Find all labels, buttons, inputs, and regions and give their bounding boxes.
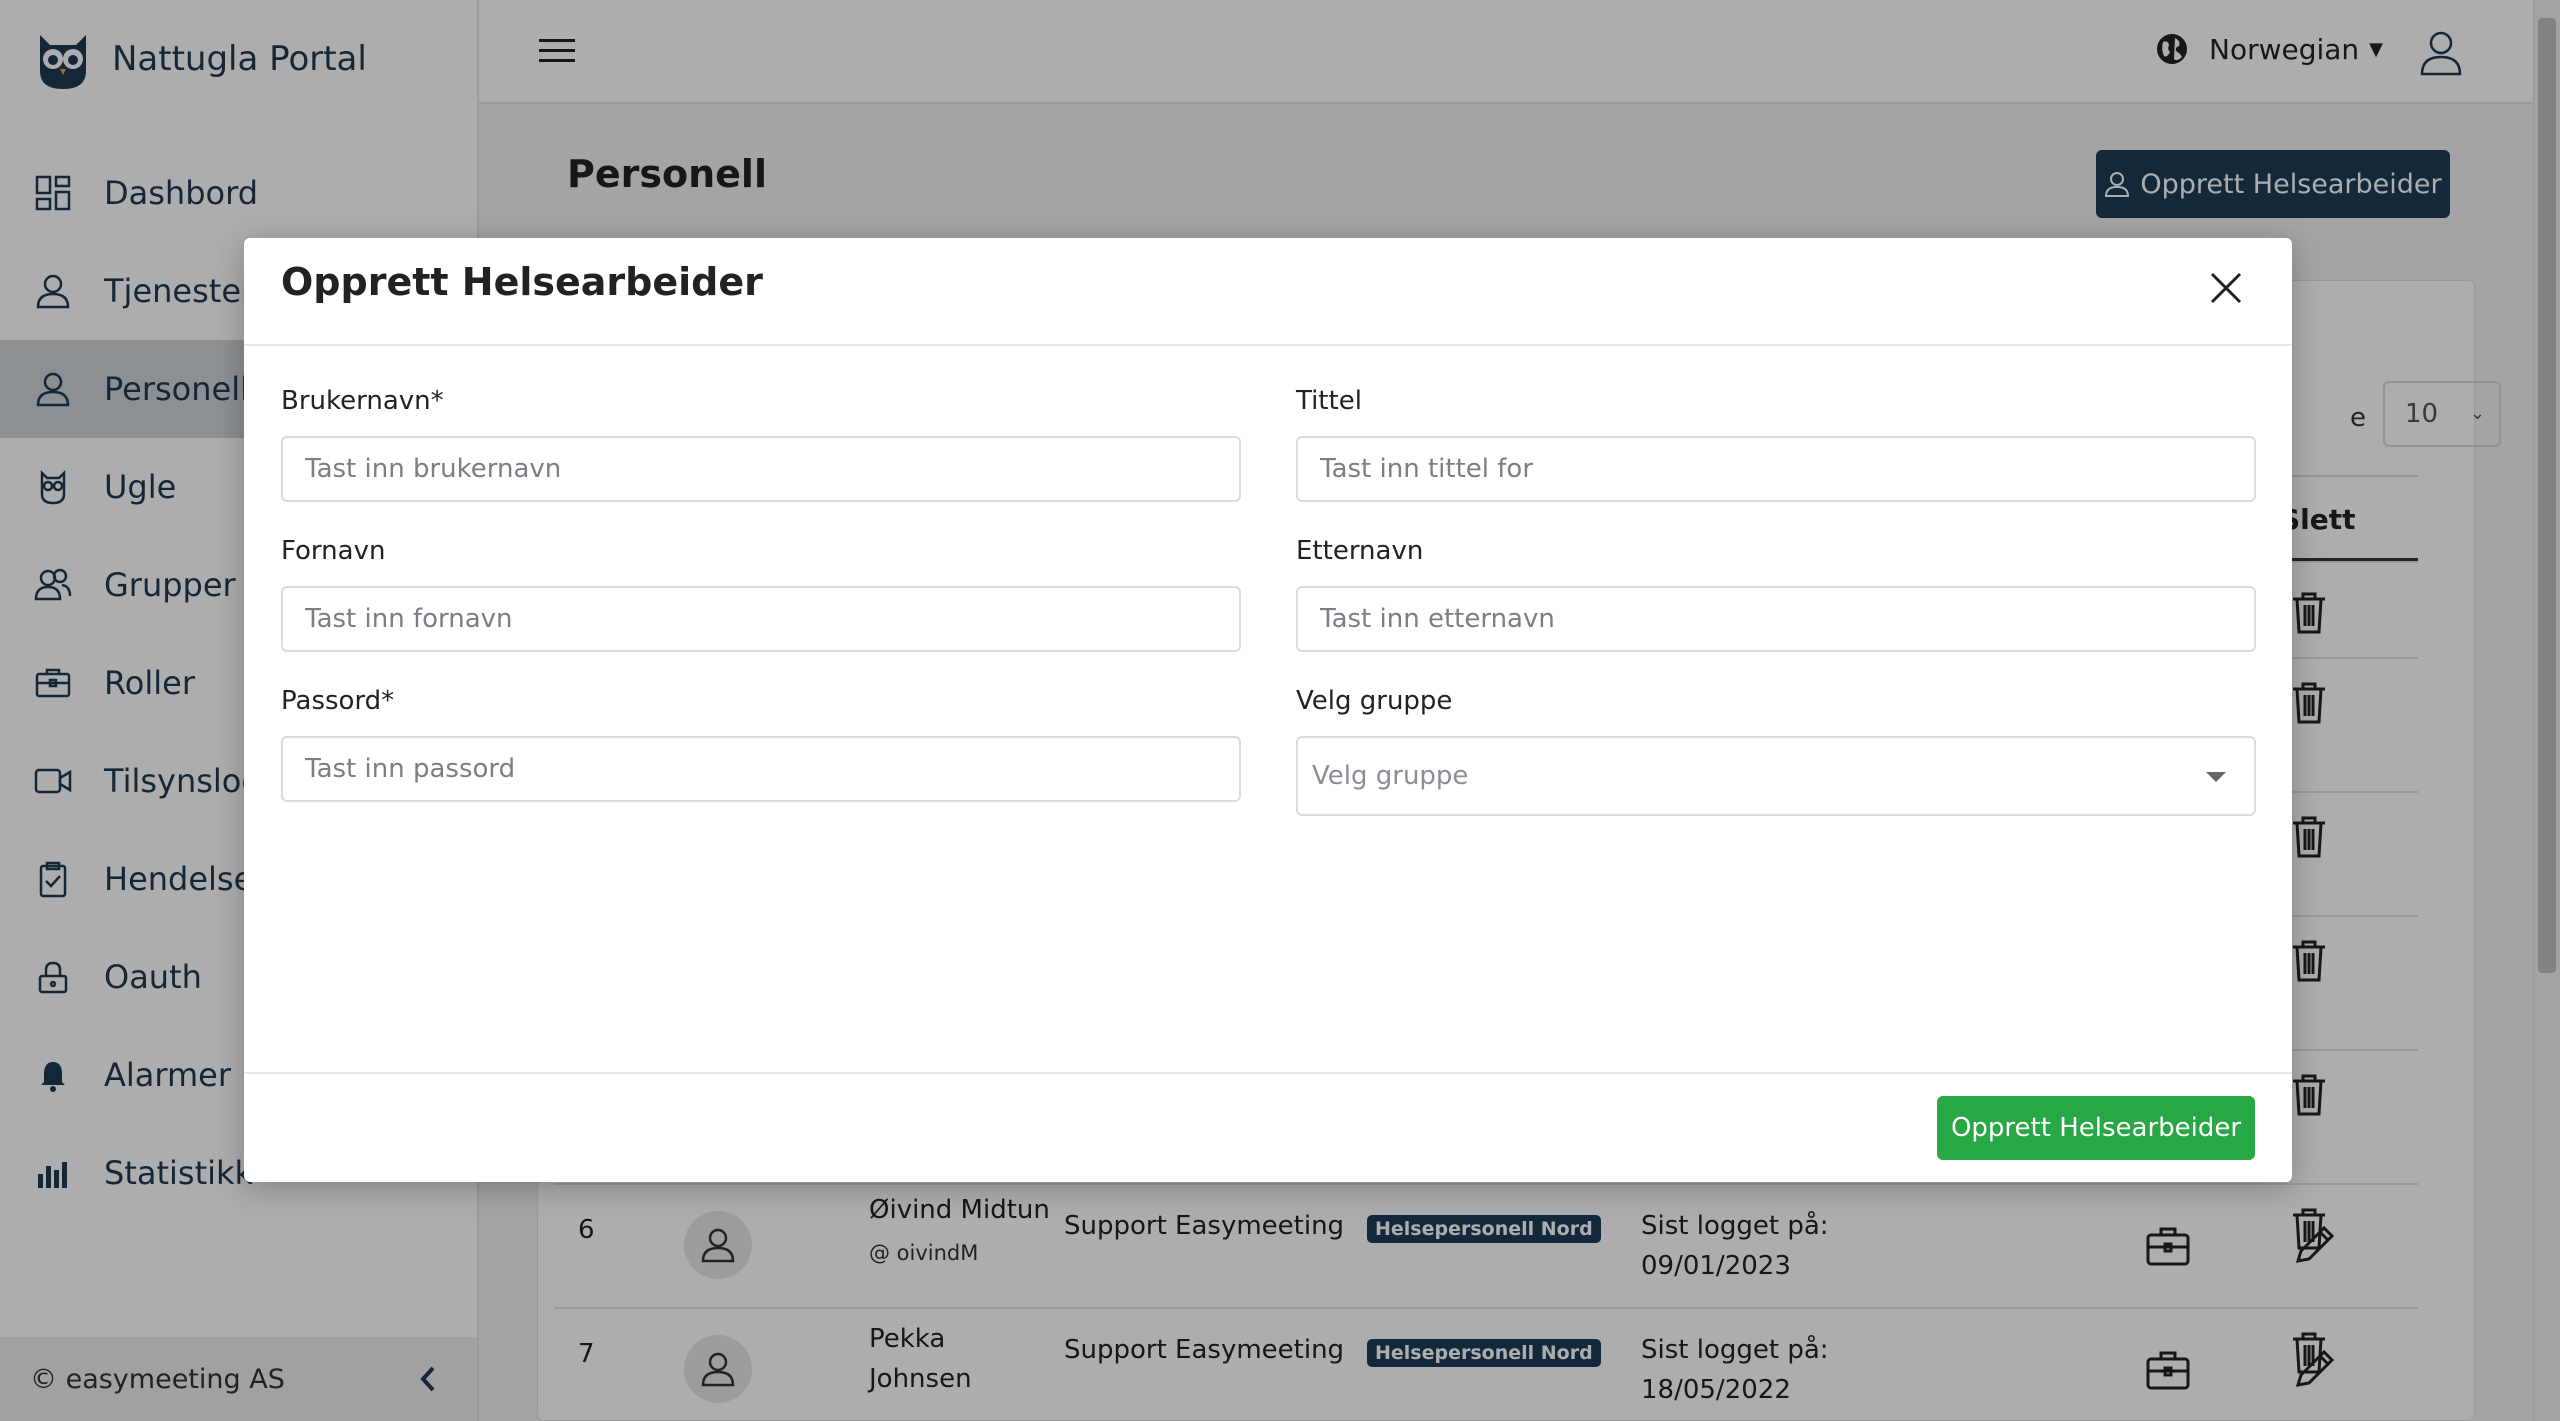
password-label: Passord* <box>281 686 395 716</box>
last-name-label: Etternavn <box>1296 536 1424 566</box>
group-select-label: Velg gruppe <box>1296 686 1453 716</box>
username-input[interactable] <box>281 436 1241 502</box>
create-healthworker-modal: Opprett Helsearbeider Brukernavn* Fornav… <box>244 238 2292 1182</box>
first-name-input[interactable] <box>281 586 1241 652</box>
username-label: Brukernavn* <box>281 386 444 416</box>
group-select-placeholder: Velg gruppe <box>1312 761 1469 791</box>
title-label: Tittel <box>1296 386 1362 416</box>
modal-footer: Opprett Helsearbeider <box>244 1072 2292 1182</box>
title-input[interactable] <box>1296 436 2256 502</box>
submit-create-label: Opprett Helsearbeider <box>1950 1113 2242 1143</box>
modal-title: Opprett Helsearbeider <box>281 260 763 304</box>
password-input[interactable] <box>281 736 1241 802</box>
caret-down-icon <box>2206 772 2226 782</box>
submit-create-button[interactable]: Opprett Helsearbeider <box>1937 1096 2255 1160</box>
modal-header: Opprett Helsearbeider <box>244 238 2292 346</box>
first-name-label: Fornavn <box>281 536 386 566</box>
close-icon[interactable] <box>2206 268 2246 308</box>
group-select[interactable]: Velg gruppe <box>1296 736 2256 816</box>
last-name-input[interactable] <box>1296 586 2256 652</box>
